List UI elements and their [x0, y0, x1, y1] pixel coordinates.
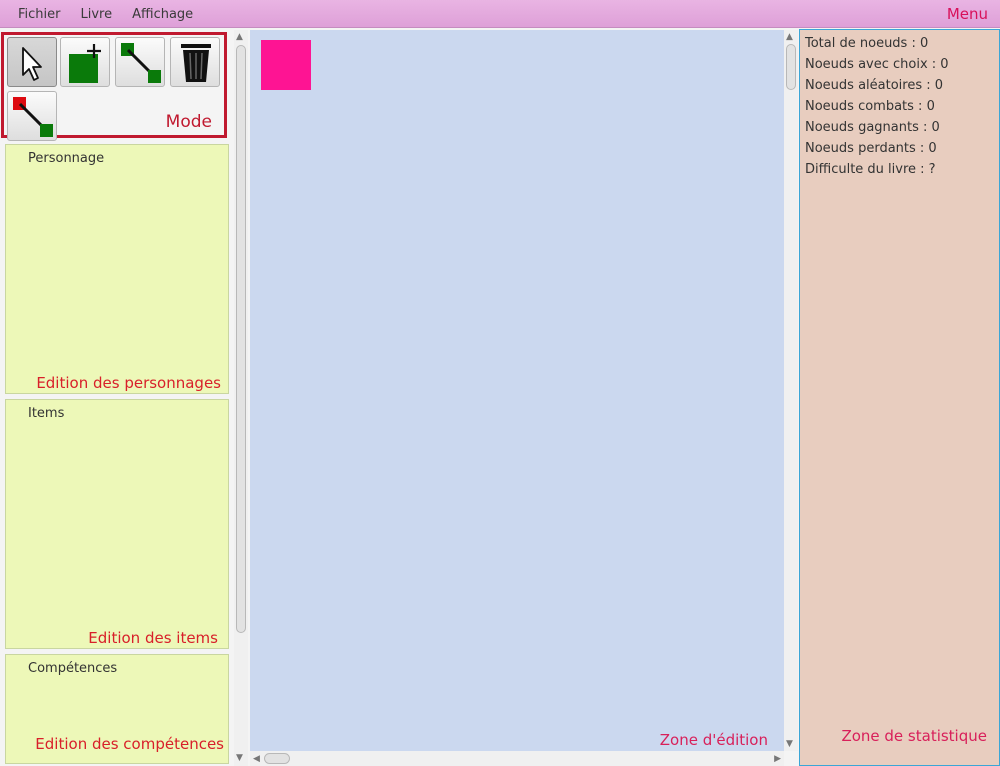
stats-zone-label: Zone de statistique	[841, 727, 987, 745]
menu-fichier[interactable]: Fichier	[8, 7, 71, 22]
characters-zone-label: Edition des personnages	[36, 374, 221, 392]
stat-choice-nodes: Noeuds avec choix : 0	[805, 57, 949, 72]
stat-losing-nodes: Noeuds perdants : 0	[805, 141, 937, 156]
items-zone-label: Edition des items	[88, 629, 218, 647]
stat-combat-nodes: Noeuds combats : 0	[805, 99, 935, 114]
skills-section[interactable]: Compétences Edition des compétences	[5, 654, 229, 764]
characters-title: Personnage	[28, 151, 105, 166]
skills-zone-label: Edition des compétences	[35, 735, 224, 753]
scroll-right-arrow[interactable]: ▶	[774, 754, 781, 764]
edit-zone-vertical-scrollbar[interactable]: ▲ ▼	[784, 30, 798, 751]
menu-affichage[interactable]: Affichage	[122, 7, 203, 22]
edit-zone-vscroll-thumb[interactable]	[786, 44, 796, 90]
stat-random-nodes: Noeuds aléatoires : 0	[805, 78, 944, 93]
story-node[interactable]	[261, 40, 311, 90]
characters-section[interactable]: Personnage Edition des personnages	[5, 144, 229, 394]
trash-icon	[181, 44, 211, 82]
stat-total-nodes: Total de noeuds : 0	[805, 36, 929, 51]
stat-winning-nodes: Noeuds gagnants : 0	[805, 120, 940, 135]
menu-livre[interactable]: Livre	[71, 7, 123, 22]
select-tool-button[interactable]	[7, 37, 57, 87]
mode-label: Mode	[165, 112, 212, 132]
edit-zone-hscroll-thumb[interactable]	[264, 753, 290, 764]
link-red-green-icon	[13, 97, 53, 137]
scroll-down-arrow[interactable]: ▼	[786, 739, 793, 749]
left-panel-scrollbar[interactable]: ▲ ▼	[234, 30, 248, 766]
edit-zone[interactable]: Zone d'édition	[250, 30, 784, 751]
scroll-left-arrow[interactable]: ◀	[253, 754, 260, 764]
add-node-icon	[69, 44, 101, 83]
mode-toolbox: Mode	[1, 32, 227, 141]
scroll-up-arrow[interactable]: ▲	[236, 32, 243, 42]
left-scroll-thumb[interactable]	[236, 45, 246, 633]
items-section[interactable]: Items Edition des items	[5, 399, 229, 649]
stat-book-difficulty: Difficulte du livre : ?	[805, 162, 936, 177]
add-node-button[interactable]	[60, 37, 110, 87]
scroll-up-arrow[interactable]: ▲	[786, 32, 793, 42]
menu-items: Fichier Livre Affichage	[8, 7, 203, 22]
menu-area-label: Menu	[946, 5, 988, 23]
link-nodes-button[interactable]	[115, 37, 165, 87]
skills-title: Compétences	[28, 661, 118, 676]
link-variant-button[interactable]	[7, 91, 57, 141]
menu-bar: Fichier Livre Affichage Menu	[0, 0, 1000, 28]
scroll-down-arrow[interactable]: ▼	[236, 753, 243, 763]
statistics-panel: Total de noeuds : 0 Noeuds avec choix : …	[799, 29, 1000, 766]
left-panel: Mode Personnage Edition des personnages …	[0, 30, 232, 766]
delete-button[interactable]	[170, 37, 220, 87]
items-title: Items	[28, 406, 65, 421]
edit-zone-label: Zone d'édition	[659, 731, 768, 749]
arrow-cursor-icon	[22, 47, 42, 81]
edit-zone-horizontal-scrollbar[interactable]: ◀ ▶	[250, 751, 784, 766]
link-nodes-icon	[121, 43, 161, 83]
